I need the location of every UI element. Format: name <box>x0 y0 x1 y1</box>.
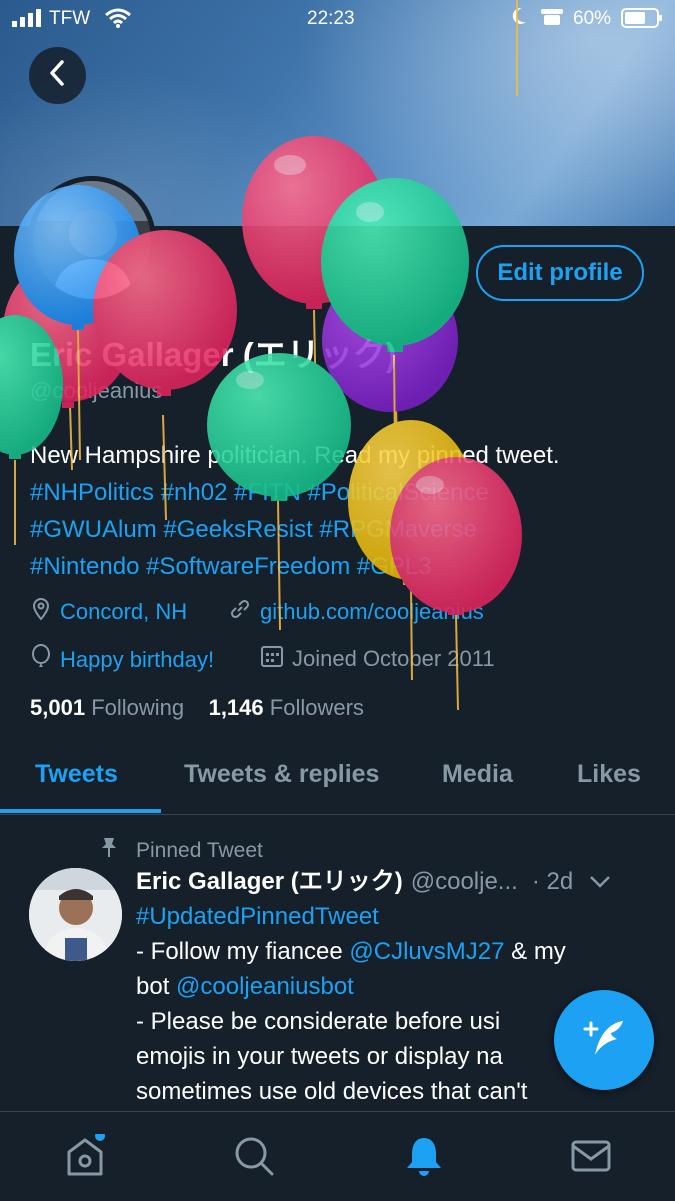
wifi-icon <box>104 7 132 35</box>
battery-percent: 60% <box>573 8 612 29</box>
bottom-navigation <box>0 1111 675 1201</box>
back-button[interactable] <box>29 47 86 104</box>
clock: 22:23 <box>307 8 355 29</box>
pinned-label: Pinned Tweet <box>136 839 263 862</box>
follow-stats: 5,001 Following 1,146 Followers <box>30 695 364 721</box>
tweet-text: & my <box>504 938 566 965</box>
followers-label: Followers <box>269 695 364 720</box>
calendar-icon <box>260 644 284 674</box>
profile-avatar[interactable] <box>28 176 156 304</box>
profile-tabs: Tweets Tweets & replies Media Likes <box>0 748 675 815</box>
tweet-mention[interactable]: @cooljeaniusbot <box>176 973 354 1000</box>
compose-tweet-button[interactable] <box>554 990 654 1090</box>
compose-tweet-icon <box>581 1015 627 1066</box>
edit-profile-button[interactable]: Edit profile <box>476 245 644 301</box>
pin-icon <box>98 836 120 866</box>
joined-text: Joined October 2011 <box>292 646 495 671</box>
tab-tweets-replies[interactable]: Tweets & replies <box>184 760 379 789</box>
pinned-tweet-header: Pinned Tweet <box>98 836 263 866</box>
profile-display-name: Eric Gallager (エリック) <box>30 336 397 373</box>
moon-icon <box>510 6 528 32</box>
profile-birthday: Happy birthday! <box>30 644 214 676</box>
battery-icon <box>621 8 663 34</box>
mail-icon[interactable] <box>569 1134 613 1178</box>
bio-hashtags-line[interactable]: #Nintendo #SoftwareFreedom #GPL3 <box>30 548 650 585</box>
tab-likes[interactable]: Likes <box>577 760 641 789</box>
active-tab-indicator <box>0 809 161 813</box>
status-bar: TFW 22:23 60% <box>0 0 675 38</box>
birthday-text: Happy birthday! <box>60 647 215 672</box>
bio-text: New Hampshire politician. Read my pinned… <box>30 442 560 469</box>
followers-count: 1,146 <box>208 695 264 720</box>
following-stat[interactable]: 5,001 Following <box>30 695 184 720</box>
tweet-line: - Follow my fiancee @CJluvsMJ27 & my <box>136 934 666 969</box>
phone-icon <box>540 8 564 32</box>
followers-stat[interactable]: 1,146 Followers <box>209 695 364 720</box>
tweet-author-handle: @coolje... <box>410 868 518 895</box>
tweet-text: - Follow my fiancee <box>136 938 350 965</box>
tweet-mention[interactable]: @CJluvsMJ27 <box>349 938 504 965</box>
signal-icon <box>12 9 42 33</box>
profile-website[interactable]: github.com/cooljeanius <box>228 597 484 627</box>
location-pin-icon <box>30 597 52 627</box>
profile-bio: New Hampshire politician. Read my pinned… <box>30 437 650 585</box>
profile-handle: @cooljeanius <box>30 378 163 403</box>
tweet-time: · 2d <box>531 868 574 895</box>
bio-hashtags-line[interactable]: #NHPolitics #nh02 #FITN #PoliticalScienc… <box>30 474 650 511</box>
following-count: 5,001 <box>30 695 86 720</box>
search-icon[interactable] <box>232 1134 276 1178</box>
chevron-left-icon <box>47 59 69 92</box>
profile-location: Concord, NH <box>30 597 187 627</box>
carrier-name: TFW <box>49 8 91 29</box>
balloon-icon <box>30 644 52 676</box>
chevron-down-icon[interactable] <box>589 864 611 899</box>
bell-icon[interactable] <box>402 1134 446 1178</box>
bio-hashtags-line[interactable]: #GWUAlum #GeeksResist #RPGMaverse <box>30 511 650 548</box>
tab-media[interactable]: Media <box>442 760 513 789</box>
tweet-header: Eric Gallager (エリック) @coolje... · 2d <box>136 864 666 899</box>
link-icon <box>228 597 252 627</box>
profile-joined: Joined October 2011 <box>260 644 495 674</box>
location-text: Concord, NH <box>60 599 188 624</box>
website-link[interactable]: github.com/cooljeanius <box>260 599 484 625</box>
tab-tweets[interactable]: Tweets <box>35 760 118 789</box>
tweet-author-name[interactable]: Eric Gallager (エリック) <box>136 864 403 899</box>
home-icon[interactable] <box>63 1131 107 1178</box>
tweet-hashtag[interactable]: #UpdatedPinnedTweet <box>136 899 666 934</box>
tweet-text: bot <box>136 973 177 1000</box>
tweet-author-avatar[interactable] <box>29 868 122 961</box>
following-label: Following <box>91 695 185 720</box>
